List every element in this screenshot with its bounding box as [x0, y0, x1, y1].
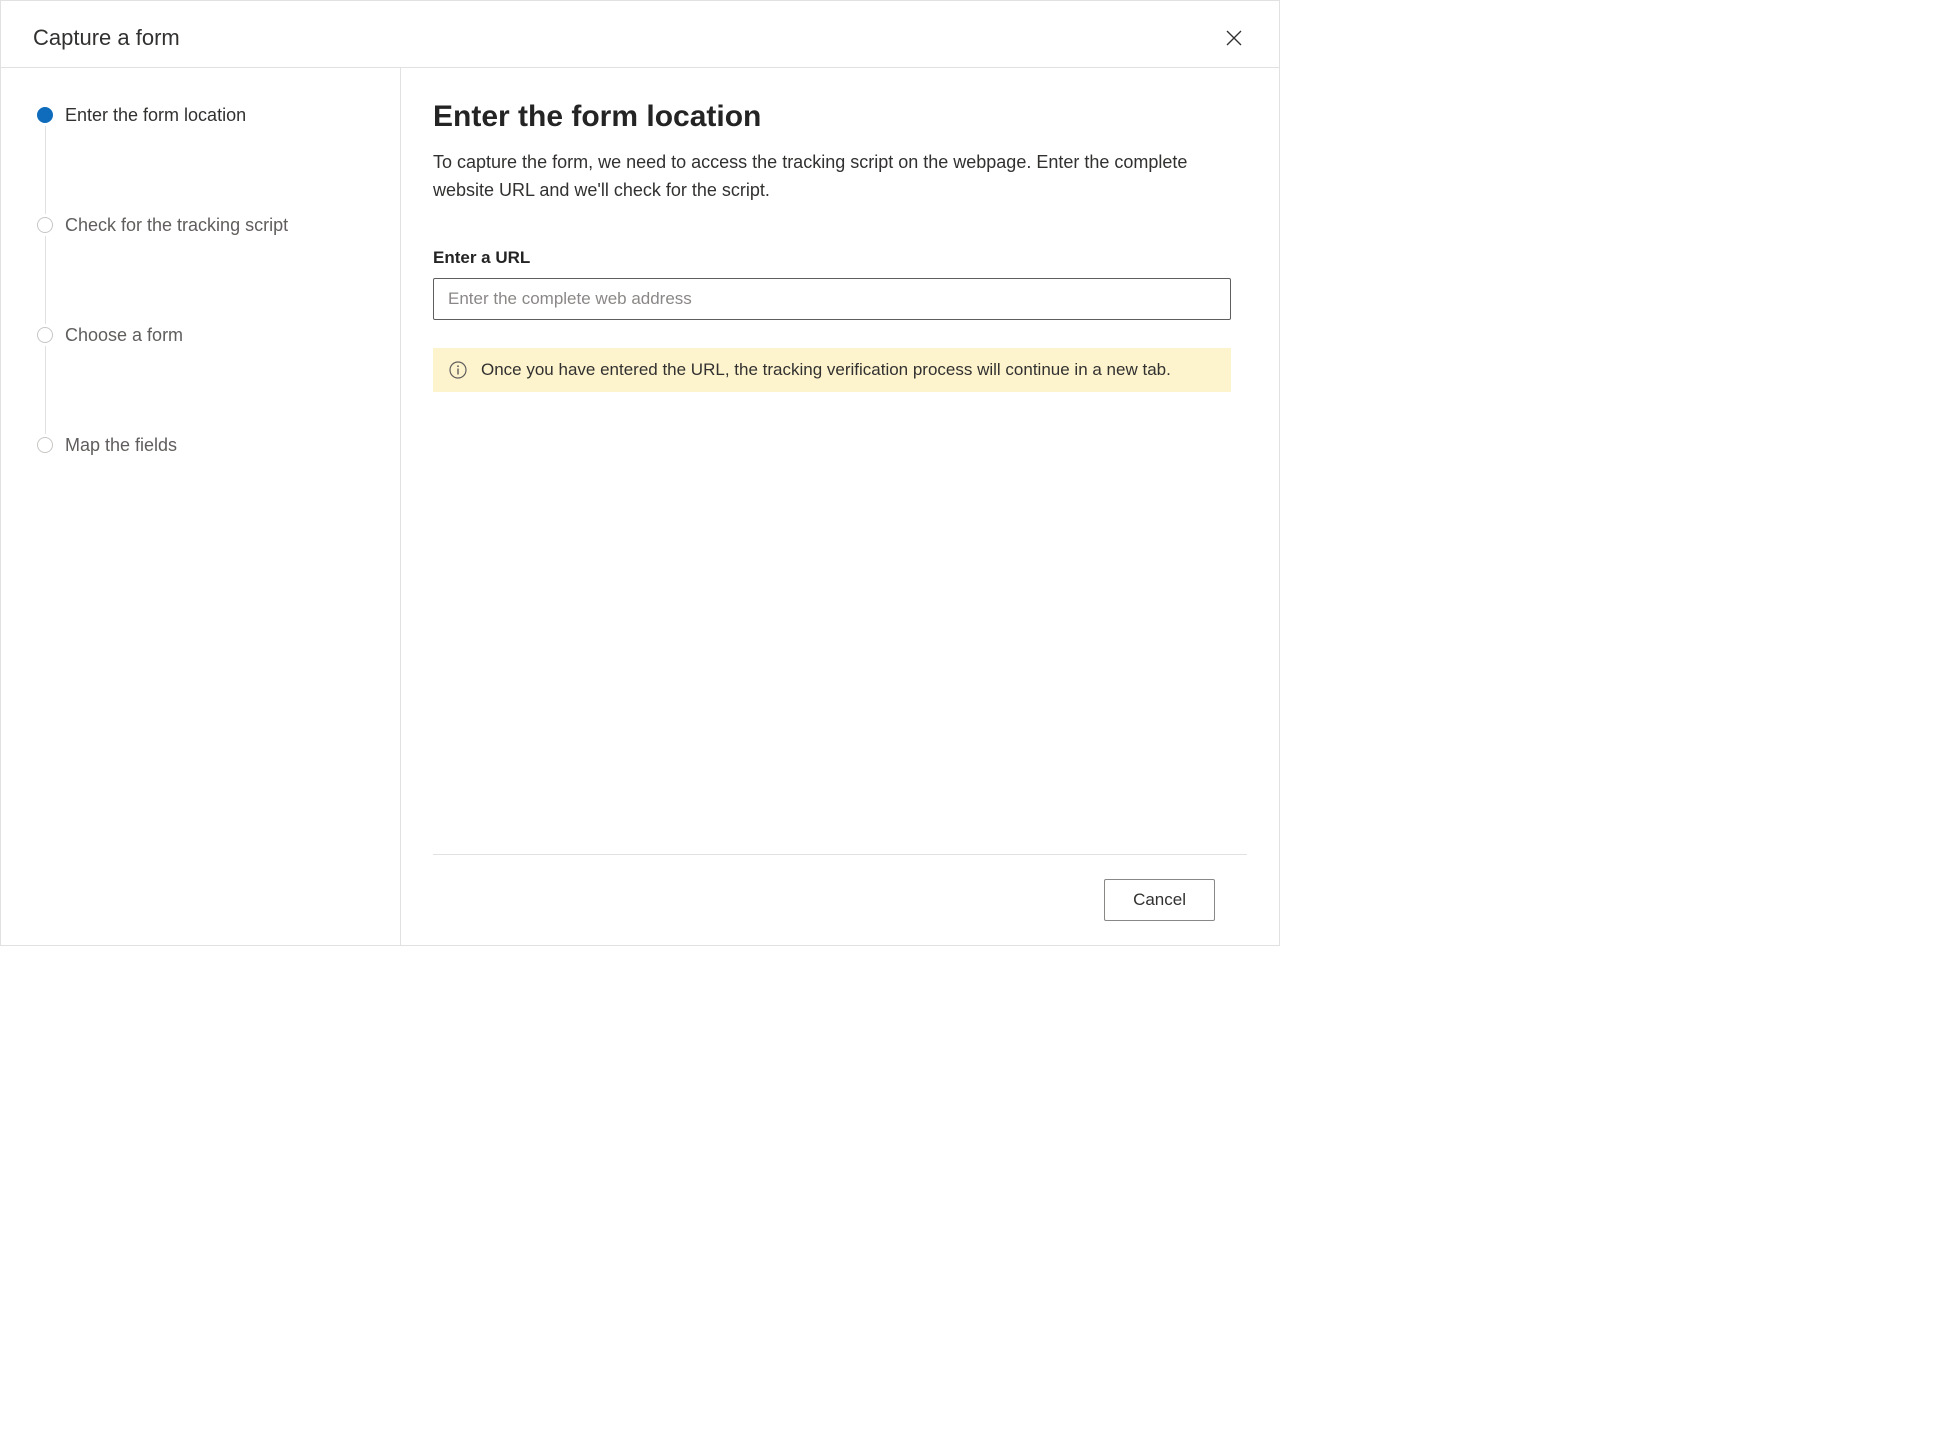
step-label: Map the fields [65, 435, 177, 455]
wizard-main-panel: Enter the form location To capture the f… [401, 68, 1279, 945]
step-indicator-icon [37, 437, 53, 453]
page-description: To capture the form, we need to access t… [433, 148, 1203, 204]
step-enter-form-location[interactable]: Enter the form location [37, 104, 376, 214]
step-label: Enter the form location [65, 105, 246, 125]
step-indicator-icon [37, 327, 53, 343]
step-map-the-fields[interactable]: Map the fields [37, 434, 376, 456]
info-icon [449, 361, 467, 379]
page-title: Enter the form location [433, 100, 1247, 134]
step-label: Check for the tracking script [65, 215, 288, 235]
close-button[interactable] [1221, 25, 1247, 51]
dialog-title: Capture a form [33, 25, 180, 51]
dialog-footer: Cancel [433, 854, 1247, 945]
cancel-button[interactable]: Cancel [1104, 879, 1215, 921]
step-indicator-icon [37, 217, 53, 233]
dialog-header: Capture a form [1, 1, 1279, 68]
step-list: Enter the form location Check for the tr… [37, 104, 376, 456]
wizard-steps-sidebar: Enter the form location Check for the tr… [1, 68, 401, 945]
step-check-tracking-script[interactable]: Check for the tracking script [37, 214, 376, 324]
wizard-content: Enter the form location To capture the f… [433, 100, 1247, 854]
step-indicator-icon [37, 107, 53, 123]
url-input[interactable] [433, 278, 1231, 320]
info-banner: Once you have entered the URL, the track… [433, 348, 1231, 392]
dialog-body: Enter the form location Check for the tr… [1, 68, 1279, 945]
url-field-label: Enter a URL [433, 248, 1247, 268]
info-text: Once you have entered the URL, the track… [481, 360, 1171, 380]
close-icon [1225, 29, 1243, 47]
step-choose-a-form[interactable]: Choose a form [37, 324, 376, 434]
step-label: Choose a form [65, 325, 183, 345]
